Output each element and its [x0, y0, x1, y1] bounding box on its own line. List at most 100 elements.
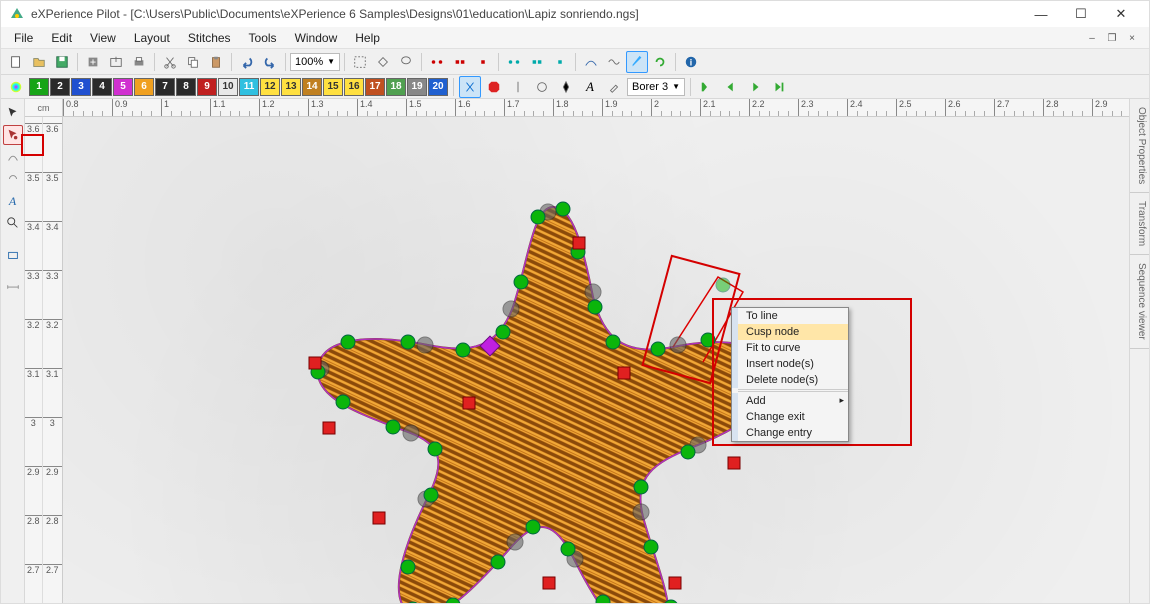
copy-button[interactable] — [182, 51, 204, 73]
node-teal-icon[interactable] — [549, 51, 571, 73]
ruler-vertical: 3.63.53.43.33.23.132.92.82.7 3.63.53.43.… — [25, 117, 63, 603]
wave-icon[interactable] — [603, 51, 625, 73]
color-wheel-icon[interactable] — [5, 76, 27, 98]
color-swatch-16[interactable]: 16 — [344, 78, 364, 96]
measure-tool[interactable] — [3, 277, 23, 297]
ctx-fit-to-curve[interactable]: Fit to curve — [732, 340, 848, 356]
color-swatch-2[interactable]: 2 — [50, 78, 70, 96]
color-swatch-5[interactable]: 5 — [113, 78, 133, 96]
menu-edit[interactable]: Edit — [42, 29, 81, 47]
ruler-tick: 3 — [43, 417, 62, 428]
paste-button[interactable] — [205, 51, 227, 73]
curve-icon[interactable] — [580, 51, 602, 73]
mdi-restore-button[interactable]: ❐ — [1103, 31, 1121, 45]
ruler-tick: 2.7 — [25, 564, 42, 575]
tab-transform[interactable]: Transform — [1130, 193, 1149, 255]
menu-layout[interactable]: Layout — [125, 29, 179, 47]
mdi-close-button[interactable]: × — [1123, 31, 1141, 45]
scissors-icon[interactable] — [459, 76, 481, 98]
color-swatch-12[interactable]: 12 — [260, 78, 280, 96]
select-poly-icon[interactable] — [372, 51, 394, 73]
color-swatch-4[interactable]: 4 — [92, 78, 112, 96]
color-swatch-14[interactable]: 14 — [302, 78, 322, 96]
ctx-cusp-node[interactable]: Cusp node — [732, 324, 848, 340]
import-button[interactable] — [82, 51, 104, 73]
color-swatch-18[interactable]: 18 — [386, 78, 406, 96]
color-swatch-19[interactable]: 19 — [407, 78, 427, 96]
menu-stitches[interactable]: Stitches — [179, 29, 240, 47]
open-button[interactable] — [28, 51, 50, 73]
color-swatch-20[interactable]: 20 — [428, 78, 448, 96]
play-start-icon[interactable] — [696, 76, 718, 98]
color-swatch-9[interactable]: 9 — [197, 78, 217, 96]
maximize-button[interactable]: ☐ — [1061, 4, 1101, 24]
color-swatch-1[interactable]: 1 — [29, 78, 49, 96]
menu-window[interactable]: Window — [286, 29, 347, 47]
ctx-delete-node-s-[interactable]: Delete node(s) — [732, 372, 848, 388]
ruler-tick: 1.3 — [308, 99, 324, 116]
reshape-tool[interactable] — [3, 147, 23, 167]
print-button[interactable] — [128, 51, 150, 73]
nodes-teal2-icon[interactable] — [526, 51, 548, 73]
nodes-red-icon[interactable] — [426, 51, 448, 73]
minimize-button[interactable]: — — [1021, 4, 1061, 24]
pin-icon[interactable] — [555, 76, 577, 98]
mdi-minimize-button[interactable]: – — [1083, 31, 1101, 45]
design-canvas[interactable]: To lineCusp nodeFit to curveInsert node(… — [63, 117, 1129, 603]
color-swatch-6[interactable]: 6 — [134, 78, 154, 96]
eyedrop-icon[interactable] — [603, 76, 625, 98]
ctx-insert-node-s-[interactable]: Insert node(s) — [732, 356, 848, 372]
text-icon[interactable]: A — [579, 76, 601, 98]
tab-sequence-viewer[interactable]: Sequence viewer — [1130, 255, 1149, 349]
node-single-red-icon[interactable] — [472, 51, 494, 73]
ruler-tick: 1.5 — [406, 99, 422, 116]
play-end-icon[interactable] — [768, 76, 790, 98]
new-button[interactable] — [5, 51, 27, 73]
rotate-tool[interactable] — [3, 169, 23, 189]
color-swatch-10[interactable]: 10 — [218, 78, 238, 96]
color-swatch-13[interactable]: 13 — [281, 78, 301, 96]
nodes-red2-icon[interactable] — [449, 51, 471, 73]
color-swatch-7[interactable]: 7 — [155, 78, 175, 96]
ruler-tick: 2.6 — [945, 99, 961, 116]
ctx-add[interactable]: Add — [732, 393, 848, 409]
thread-icon[interactable] — [531, 76, 553, 98]
zoom-tool[interactable] — [3, 213, 23, 233]
ctx-to-line[interactable]: To line — [732, 308, 848, 324]
text-tool[interactable]: A — [3, 191, 23, 211]
color-swatch-8[interactable]: 8 — [176, 78, 196, 96]
select-lasso-icon[interactable] — [395, 51, 417, 73]
ctx-change-entry[interactable]: Change entry — [732, 425, 848, 441]
stop-icon[interactable] — [483, 76, 505, 98]
color-swatch-3[interactable]: 3 — [71, 78, 91, 96]
menu-help[interactable]: Help — [346, 29, 389, 47]
undo-button[interactable] — [236, 51, 258, 73]
cut-button[interactable] — [159, 51, 181, 73]
node-edit-tool[interactable] — [3, 125, 23, 145]
redo-button[interactable] — [259, 51, 281, 73]
color-swatch-15[interactable]: 15 — [323, 78, 343, 96]
ctx-change-exit[interactable]: Change exit — [732, 409, 848, 425]
pointer-tool[interactable] — [3, 103, 23, 123]
save-button[interactable] — [51, 51, 73, 73]
borer-combo[interactable]: Borer 3▼ — [627, 78, 685, 96]
view-tool[interactable] — [3, 245, 23, 265]
menu-tools[interactable]: Tools — [240, 29, 286, 47]
select-rect-icon[interactable] — [349, 51, 371, 73]
needle-icon[interactable] — [507, 76, 529, 98]
menu-view[interactable]: View — [81, 29, 125, 47]
export-button[interactable] — [105, 51, 127, 73]
info-button[interactable]: i — [680, 51, 702, 73]
refresh-icon[interactable] — [649, 51, 671, 73]
menu-file[interactable]: File — [5, 29, 42, 47]
play-fwd-icon[interactable] — [744, 76, 766, 98]
color-swatch-11[interactable]: 11 — [239, 78, 259, 96]
zoom-combo[interactable]: 100%▼ — [290, 53, 340, 71]
close-button[interactable]: ✕ — [1101, 4, 1141, 24]
ruler-tick: 3.6 — [43, 123, 62, 134]
nodes-teal-icon[interactable] — [503, 51, 525, 73]
tab-object-properties[interactable]: Object Properties — [1130, 99, 1149, 193]
shape-edit-button[interactable] — [626, 51, 648, 73]
play-rev-icon[interactable] — [720, 76, 742, 98]
color-swatch-17[interactable]: 17 — [365, 78, 385, 96]
